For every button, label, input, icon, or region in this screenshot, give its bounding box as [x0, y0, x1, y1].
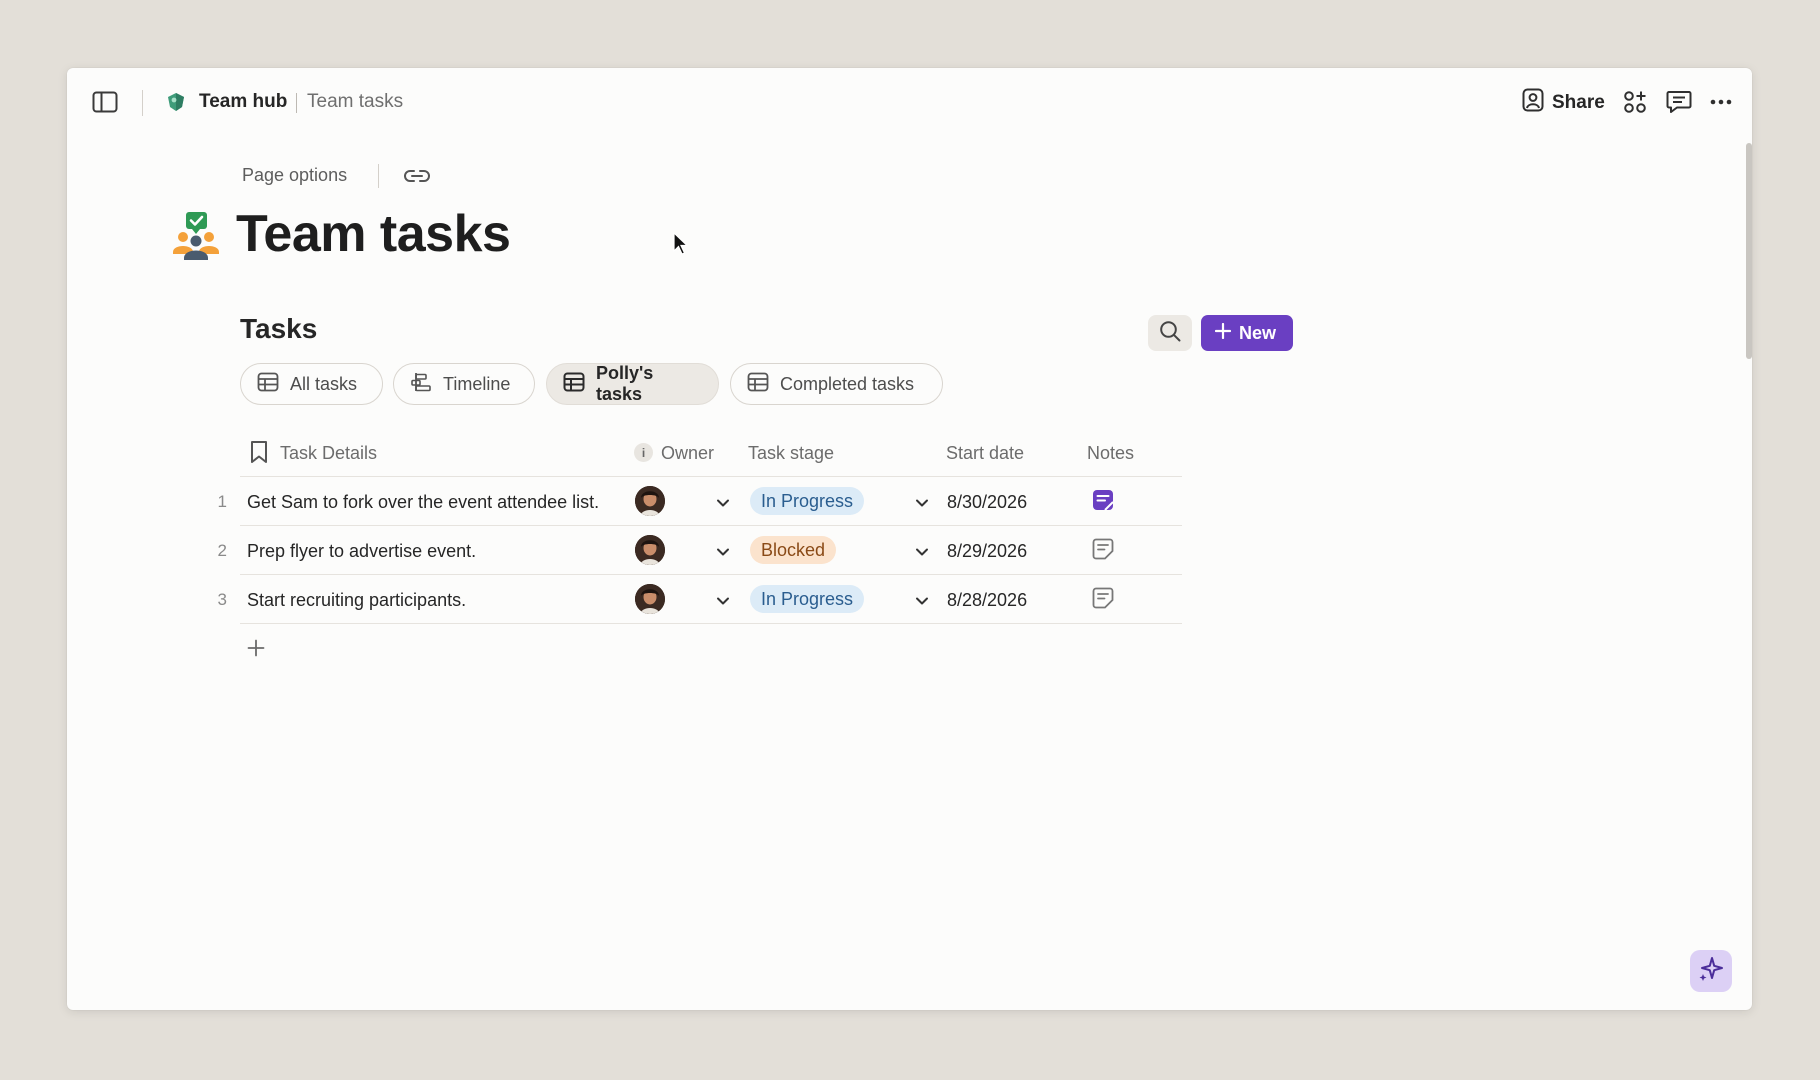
- top-bar: Team hub Team tasks Share: [67, 68, 1752, 136]
- note-filled-icon[interactable]: [1092, 489, 1114, 516]
- comment-icon[interactable]: [1666, 90, 1692, 114]
- team-hub-logo-icon[interactable]: [164, 90, 188, 114]
- status-badge[interactable]: In Progress: [750, 585, 865, 613]
- sidebar-toggle-icon[interactable]: [92, 90, 118, 114]
- task-details-cell[interactable]: Start recruiting participants.: [247, 590, 466, 611]
- share-person-icon: [1522, 88, 1544, 117]
- breadcrumb-page[interactable]: Team tasks: [307, 91, 403, 113]
- table-icon: [257, 372, 279, 397]
- avatar[interactable]: [635, 486, 665, 516]
- task-details-cell[interactable]: Get Sam to fork over the event attendee …: [247, 492, 599, 513]
- divider: [378, 164, 379, 188]
- row-number: 3: [217, 590, 227, 609]
- tab-label: All tasks: [290, 373, 358, 394]
- column-header-start-date[interactable]: Start date: [946, 443, 1024, 464]
- ai-assistant-button[interactable]: [1690, 950, 1732, 992]
- avatar[interactable]: [635, 535, 665, 565]
- chevron-down-icon[interactable]: [716, 544, 730, 562]
- info-icon[interactable]: i: [634, 443, 653, 462]
- column-header-notes[interactable]: Notes: [1087, 443, 1134, 464]
- doc-window: Team hub Team tasks Share Page options T…: [67, 68, 1752, 1010]
- task-details-cell[interactable]: Prep flyer to advertise event.: [247, 541, 476, 562]
- row-number: 2: [217, 541, 227, 560]
- plus-icon: [1214, 322, 1232, 344]
- share-label: Share: [1552, 91, 1605, 113]
- tab-all-tasks[interactable]: All tasks: [240, 363, 383, 405]
- tab-timeline[interactable]: Timeline: [393, 363, 535, 405]
- avatar[interactable]: [635, 584, 665, 614]
- tab-pollys-tasks[interactable]: Polly's tasks: [546, 363, 719, 405]
- tab-label: Polly's tasks: [596, 363, 654, 404]
- start-date-cell[interactable]: 8/30/2026: [947, 492, 1027, 513]
- tasks-section-title: Tasks: [240, 313, 318, 344]
- share-button[interactable]: Share: [1522, 88, 1605, 117]
- start-date-cell[interactable]: 8/28/2026: [947, 590, 1027, 611]
- timeline-icon: [410, 372, 432, 397]
- copy-link-icon[interactable]: [403, 164, 431, 188]
- breadcrumb-workspace[interactable]: Team hub: [199, 91, 287, 113]
- chevron-down-icon[interactable]: [915, 544, 929, 562]
- mouse-cursor-icon: [673, 231, 689, 261]
- table-icon: [747, 372, 769, 397]
- note-icon[interactable]: [1092, 538, 1114, 565]
- table-icon: [563, 372, 585, 397]
- chevron-down-icon[interactable]: [915, 495, 929, 513]
- sparkle-icon: [1698, 956, 1724, 987]
- page-options-button[interactable]: Page options: [242, 165, 347, 186]
- status-badge[interactable]: In Progress: [750, 487, 865, 515]
- more-icon[interactable]: [1709, 90, 1733, 114]
- table-row[interactable]: 1 Get Sam to fork over the event attende…: [67, 477, 1252, 525]
- row-divider: [240, 623, 1182, 624]
- new-button-label: New: [1239, 322, 1277, 343]
- search-button[interactable]: [1148, 315, 1192, 351]
- new-button[interactable]: New: [1201, 315, 1294, 351]
- breadcrumb-separator: [296, 93, 297, 113]
- team-tasks-icon[interactable]: [170, 212, 222, 260]
- bookmark-icon: [250, 440, 268, 469]
- apps-grid-icon[interactable]: [1623, 90, 1647, 114]
- chevron-down-icon[interactable]: [716, 593, 730, 611]
- note-icon[interactable]: [1092, 587, 1114, 614]
- search-icon: [1159, 320, 1181, 347]
- table-row[interactable]: 2 Prep flyer to advertise event. Blocked…: [67, 526, 1252, 574]
- add-row-icon[interactable]: [245, 637, 267, 659]
- chevron-down-icon[interactable]: [716, 495, 730, 513]
- row-number: 1: [217, 492, 227, 511]
- divider: [142, 90, 143, 116]
- chevron-down-icon[interactable]: [915, 593, 929, 611]
- tab-completed-tasks[interactable]: Completed tasks: [730, 363, 943, 405]
- start-date-cell[interactable]: 8/29/2026: [947, 541, 1027, 562]
- table-row[interactable]: 3 Start recruiting participants. In Prog…: [67, 575, 1252, 623]
- vertical-scrollbar[interactable]: [1746, 143, 1752, 359]
- column-header-task-stage[interactable]: Task stage: [748, 443, 834, 464]
- tab-label: Completed tasks: [780, 373, 915, 394]
- page-title: Team tasks: [236, 205, 511, 263]
- status-badge[interactable]: Blocked: [750, 536, 837, 564]
- tab-label: Timeline: [443, 373, 511, 394]
- column-header-owner[interactable]: Owner: [661, 443, 714, 464]
- column-header-task-details[interactable]: Task Details: [280, 443, 377, 464]
